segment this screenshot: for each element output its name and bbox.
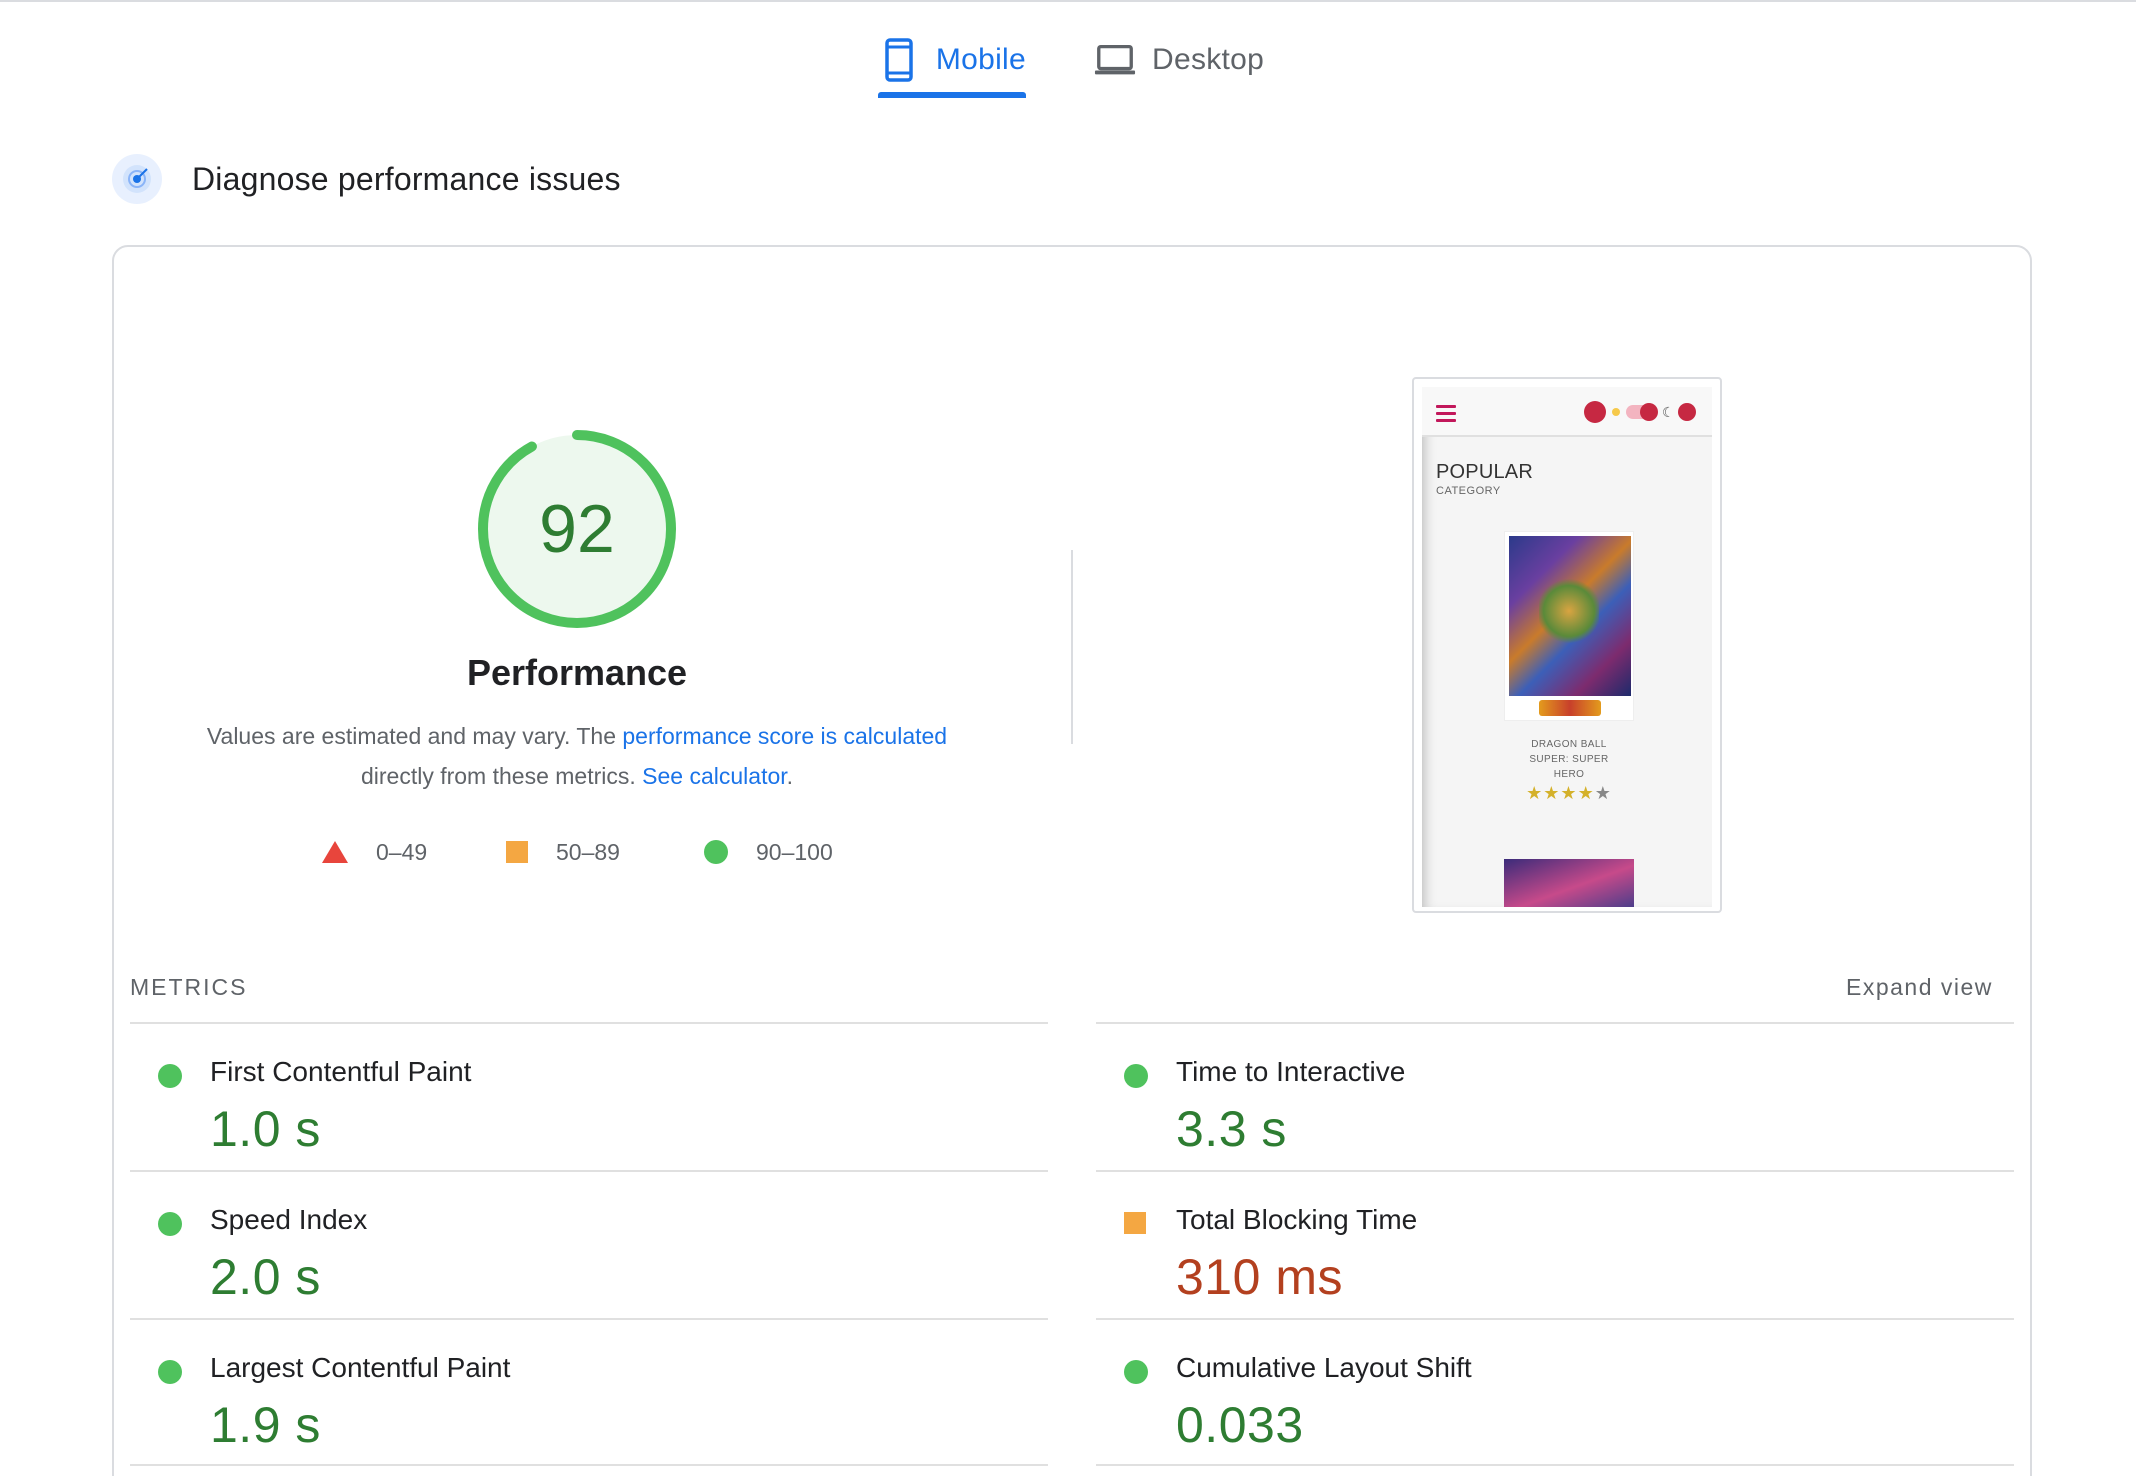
desc-middle: directly from these metrics. (360, 763, 643, 789)
score-calculated-link[interactable]: performance score is calculated (622, 723, 947, 749)
legend-average-range: 50–89 (556, 838, 620, 865)
tab-desktop[interactable]: Desktop (1094, 20, 1280, 100)
circle-icon (704, 840, 728, 864)
metric-name: Time to Interactive (1176, 1056, 1406, 1087)
screenshot-subheading: CATEGORY (1436, 485, 1501, 497)
pass-circle-icon (158, 1064, 182, 1088)
hamburger-icon (1436, 405, 1456, 426)
moon-icon: ☾ (1662, 404, 1675, 420)
metric-name: Total Blocking Time (1176, 1204, 1418, 1235)
page-screenshot: ☾ POPULAR CATEGORY DRAGON BALL SUPER: SU… (1412, 377, 1722, 913)
star-filled-icon: ★ (1560, 783, 1578, 803)
metric-name: Speed Index (210, 1204, 368, 1235)
section-title: Diagnose performance issues (192, 160, 621, 197)
device-tabs: Mobile Desktop (0, 20, 2136, 100)
legend-fail: 0–49 (322, 834, 427, 870)
theme-toggle-icon (1626, 403, 1658, 421)
metric-value: 0.033 (1176, 1397, 1304, 1453)
desc-suffix: . (786, 763, 794, 789)
metric-divider (130, 1464, 1048, 1466)
movie-title-line1: DRAGON BALL (1531, 739, 1607, 750)
active-tab-indicator (878, 92, 1026, 98)
performance-gauge: 92 (476, 428, 678, 630)
poster-logo (1539, 700, 1601, 716)
legend-pass: 90–100 (704, 834, 833, 870)
legend-average: 50–89 (506, 834, 620, 870)
metric-divider (1096, 1464, 2014, 1466)
movie-poster (1504, 531, 1634, 721)
pass-circle-icon (1124, 1360, 1148, 1384)
screenshot-content: ☾ POPULAR CATEGORY DRAGON BALL SUPER: SU… (1422, 387, 1712, 907)
pass-circle-icon (158, 1212, 182, 1236)
legend-fail-range: 0–49 (376, 838, 428, 865)
metric-largest-contentful-paint: Largest Contentful Paint 1.9 s (130, 1320, 1048, 1468)
pass-circle-icon (158, 1360, 182, 1384)
desc-prefix: Values are estimated and may vary. The (206, 723, 623, 749)
tab-mobile[interactable]: Mobile (878, 20, 1026, 100)
metric-total-blocking-time: Total Blocking Time 310 ms (1096, 1172, 2014, 1320)
star-filled-icon: ★ (1543, 783, 1561, 803)
metric-name: Cumulative Layout Shift (1176, 1352, 1472, 1383)
metric-value: 310 ms (1176, 1249, 1343, 1305)
vertical-divider (1071, 550, 1073, 744)
metric-speed-index: Speed Index 2.0 s (130, 1172, 1048, 1320)
metric-name: First Contentful Paint (210, 1056, 472, 1087)
metric-value: 3.3 s (1176, 1101, 1287, 1157)
movie-poster-second (1504, 859, 1634, 907)
star-rating: ★★★★★ (1484, 783, 1654, 804)
star-empty-icon: ★ (1594, 783, 1612, 803)
average-square-icon (1124, 1212, 1146, 1234)
performance-description: Values are estimated and may vary. The p… (180, 716, 974, 796)
tab-desktop-label: Desktop (1152, 43, 1265, 76)
metric-name: Largest Contentful Paint (210, 1352, 511, 1383)
diagnose-icon (112, 154, 162, 204)
laptop-icon (1094, 37, 1136, 83)
poster-artwork (1509, 536, 1631, 696)
performance-score: 92 (539, 491, 615, 567)
sun-icon (1612, 408, 1620, 416)
movie-title: DRAGON BALL SUPER: SUPER HERO (1484, 737, 1654, 782)
navbar-icons: ☾ (1584, 401, 1696, 423)
movie-title-line2: SUPER: SUPER (1529, 754, 1609, 765)
smartphone-icon (878, 37, 920, 83)
metrics-label: METRICS (130, 974, 248, 1000)
section-header: Diagnose performance issues (112, 154, 621, 204)
legend-pass-range: 90–100 (756, 838, 833, 865)
square-icon (506, 841, 528, 863)
movie-title-line3: HERO (1553, 769, 1585, 780)
user-icon (1678, 403, 1696, 421)
metric-value: 1.9 s (210, 1397, 321, 1453)
performance-title: Performance (466, 652, 688, 693)
search-icon (1584, 401, 1606, 423)
triangle-icon (322, 841, 348, 863)
top-border (0, 0, 2136, 2)
metric-cumulative-layout-shift: Cumulative Layout Shift 0.033 (1096, 1320, 2014, 1468)
star-filled-icon: ★ (1577, 783, 1595, 803)
expand-view-button[interactable]: Expand view (1846, 974, 1993, 1001)
screenshot-navbar: ☾ (1422, 387, 1712, 437)
metric-time-to-interactive: Time to Interactive 3.3 s (1096, 1024, 2014, 1172)
screenshot-heading: POPULAR (1436, 461, 1533, 483)
metric-value: 2.0 s (210, 1249, 321, 1305)
tab-mobile-label: Mobile (935, 43, 1026, 76)
metric-value: 1.0 s (210, 1101, 321, 1157)
metric-first-contentful-paint: First Contentful Paint 1.0 s (130, 1024, 1048, 1172)
star-filled-icon: ★ (1526, 783, 1544, 803)
see-calculator-link[interactable]: See calculator (642, 763, 786, 789)
pass-circle-icon (1124, 1064, 1148, 1088)
